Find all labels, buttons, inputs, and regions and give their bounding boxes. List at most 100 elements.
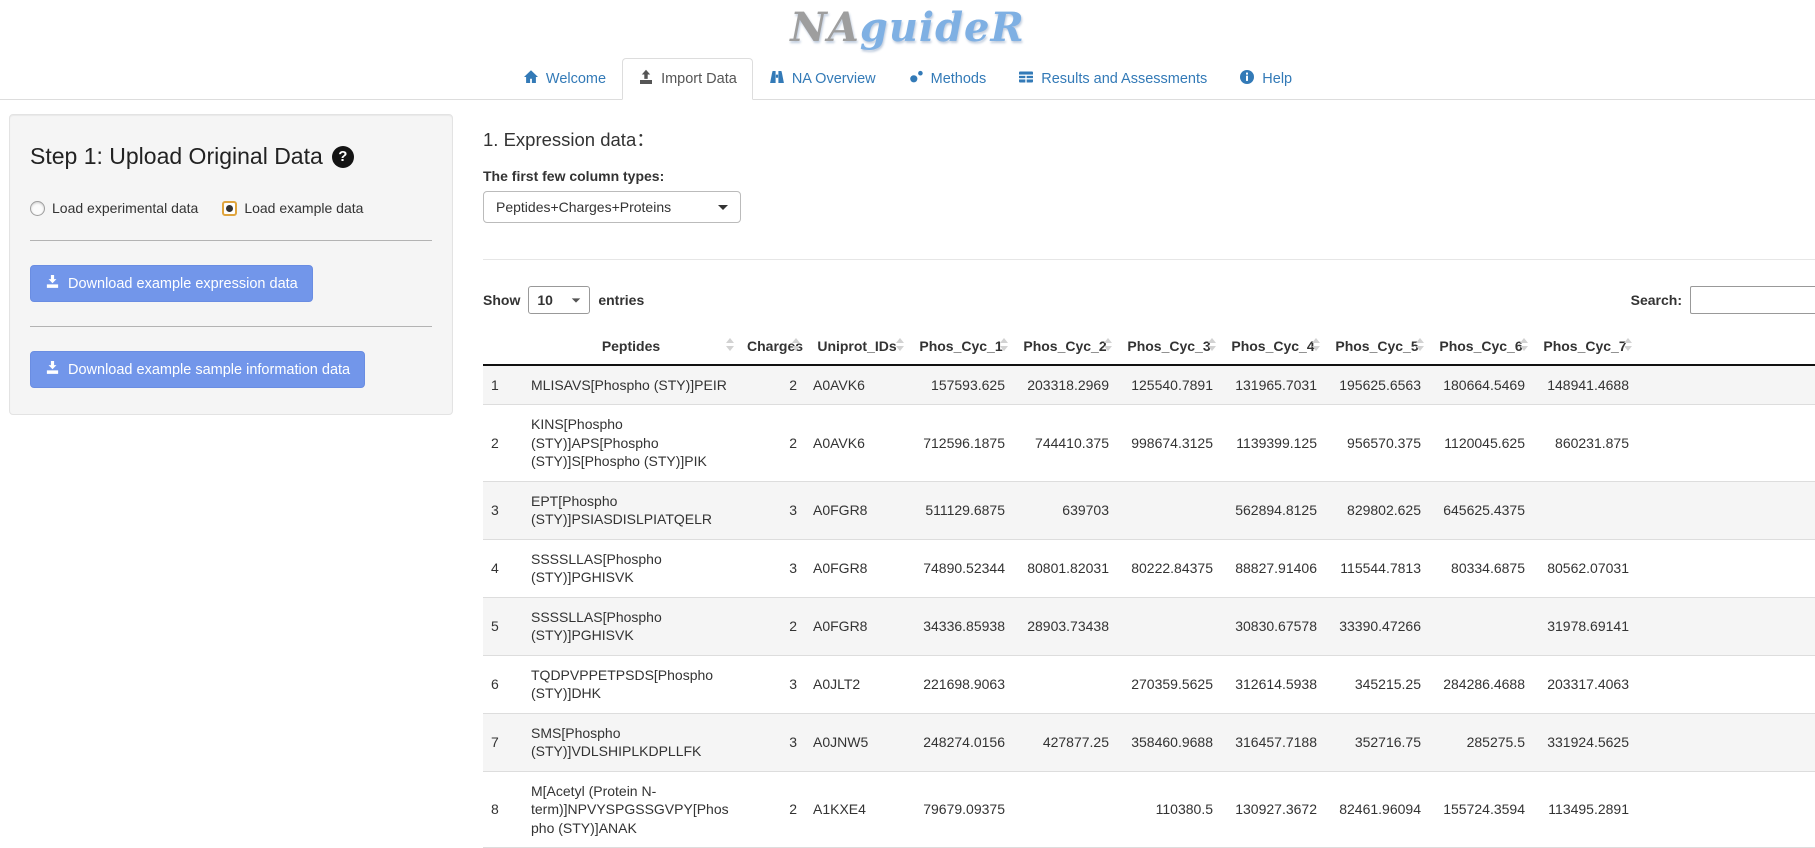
tab-import-data[interactable]: Import Data [622,58,753,100]
app-logo: NAguideR [0,6,1815,50]
question-circle-icon[interactable]: ? [332,146,354,168]
value-cell: 34336.85938 [909,597,1013,655]
table-row: 5SSSSLLAS[Phospho (STY)]PGHISVK2A0FGR834… [483,597,1815,655]
column-header-phos_cyc_5[interactable]: Phos_Cyc_5 [1325,328,1429,365]
column-header-peptides[interactable]: Peptides [523,328,739,365]
filler-cell [1637,597,1815,655]
value-cell: 284286.4688 [1429,655,1533,713]
value-cell: 155724.3594 [1429,771,1533,847]
filler-header [1637,328,1815,365]
table-controls: Show 10 entries Search: [483,286,1815,314]
upload-panel-title: Step 1: Upload Original Data ? [30,143,432,170]
tab-methods[interactable]: Methods [892,58,1003,100]
table-top-divider [483,259,1815,260]
value-cell: 31978.69141 [1533,597,1637,655]
column-types-label: The first few column types: [483,168,1815,184]
sort-arrows-icon [1104,338,1112,351]
table-icon [1018,69,1034,89]
info-circle-icon [1239,69,1255,89]
filler-cell [1637,713,1815,771]
download-example-sample-information-data-button[interactable]: Download example sample information data [30,351,365,388]
column-header-phos_cyc_1[interactable]: Phos_Cyc_1 [909,328,1013,365]
value-cell: 744410.375 [1013,405,1117,481]
sort-arrows-icon [1208,338,1216,351]
app-header: NAguideR Welcome Import Data NA Overview… [0,0,1815,100]
column-header-phos_cyc_4[interactable]: Phos_Cyc_4 [1221,328,1325,365]
sort-arrows-icon [1312,338,1320,351]
value-cell: 511129.6875 [909,481,1013,539]
peptide-cell: KINS[Phospho (STY)]APS[Phospho (STY)]S[P… [523,405,739,481]
value-cell [1117,597,1221,655]
radio-label: Load example data [244,200,363,216]
table-row: 3EPT[Phospho (STY)]PSIASDISLPIATQELR3A0F… [483,481,1815,539]
charge-cell: 3 [739,481,805,539]
value-cell: 1120045.625 [1429,405,1533,481]
column-header-label: Phos_Cyc_3 [1127,338,1210,354]
column-header-phos_cyc_3[interactable]: Phos_Cyc_3 [1117,328,1221,365]
value-cell [1429,597,1533,655]
charge-cell: 2 [739,771,805,847]
radio-selected-icon [222,201,237,216]
value-cell [1533,481,1637,539]
value-cell: 33390.47266 [1325,597,1429,655]
row-number-cell: 6 [483,655,523,713]
column-header-charges[interactable]: Charges [739,328,805,365]
tab-label: Import Data [661,71,737,87]
logo-guider: guideR [860,4,1025,51]
tab-welcome[interactable]: Welcome [507,58,622,100]
row-number-cell: 4 [483,539,523,597]
tab-help[interactable]: Help [1223,58,1308,100]
value-cell: 28903.73438 [1013,597,1117,655]
upload-icon [638,69,654,89]
expression-data-table: PeptidesChargesUniprot_IDs Phos_Cyc_1 Phos… [483,328,1815,848]
value-cell: 110380.5 [1117,771,1221,847]
peptide-cell: SSSSLLAS[Phospho (STY)]PGHISVK [523,539,739,597]
uniprot-cell: A0JNW5 [805,713,909,771]
uniprot-cell: A0FGR8 [805,597,909,655]
column-header-uniprot_ids[interactable]: Uniprot_IDs [805,328,909,365]
radio-load-example-data[interactable]: Load example data [222,200,363,216]
search-input[interactable] [1690,286,1815,314]
binoculars-icon [769,69,785,89]
peptide-cell: TQDPVPPETPSDS[Phospho (STY)]DHK [523,655,739,713]
charge-cell: 2 [739,405,805,481]
value-cell: 331924.5625 [1533,713,1637,771]
column-header-phos_cyc_6[interactable]: Phos_Cyc_6 [1429,328,1533,365]
column-header-label: Phos_Cyc_7 [1543,338,1626,354]
page-length-value: 10 [537,292,553,308]
tab-results-assessments[interactable]: Results and Assessments [1002,58,1223,100]
value-cell [1117,481,1221,539]
value-cell: 712596.1875 [909,405,1013,481]
column-header-phos_cyc_2[interactable]: Phos_Cyc_2 [1013,328,1117,365]
value-cell: 352716.75 [1325,713,1429,771]
column-types-select[interactable]: Peptides+Charges+Proteins [483,191,741,223]
tab-label: NA Overview [792,71,876,87]
filler-cell [1637,771,1815,847]
import-data-panel: 1. Expression data： The first few column… [453,100,1815,848]
download-example-expression-data-button[interactable]: Download example expression data [30,265,313,302]
value-cell: 285275.5 [1429,713,1533,771]
value-cell: 157593.625 [909,365,1013,405]
value-cell: 645625.4375 [1429,481,1533,539]
value-cell: 203317.4063 [1533,655,1637,713]
value-cell: 80222.84375 [1117,539,1221,597]
search-control: Search: [1631,286,1815,314]
tab-na-overview[interactable]: NA Overview [753,58,892,100]
radio-load-experimental-data[interactable]: Load experimental data [30,200,198,216]
column-types-selected-value: Peptides+Charges+Proteins [496,199,671,215]
value-cell: 562894.8125 [1221,481,1325,539]
page-length-select[interactable]: 10 [528,286,590,314]
column-header-phos_cyc_7[interactable]: Phos_Cyc_7 [1533,328,1637,365]
button-label: Download example sample information data [68,362,350,378]
value-cell: 221698.9063 [909,655,1013,713]
value-cell: 345215.25 [1325,655,1429,713]
filler-cell [1637,655,1815,713]
filler-cell [1637,539,1815,597]
row-number-cell: 3 [483,481,523,539]
value-cell: 203318.2969 [1013,365,1117,405]
value-cell: 74890.52344 [909,539,1013,597]
value-cell: 956570.375 [1325,405,1429,481]
filler-cell [1637,405,1815,481]
column-header-label: Phos_Cyc_1 [919,338,1002,354]
charge-cell: 2 [739,365,805,405]
